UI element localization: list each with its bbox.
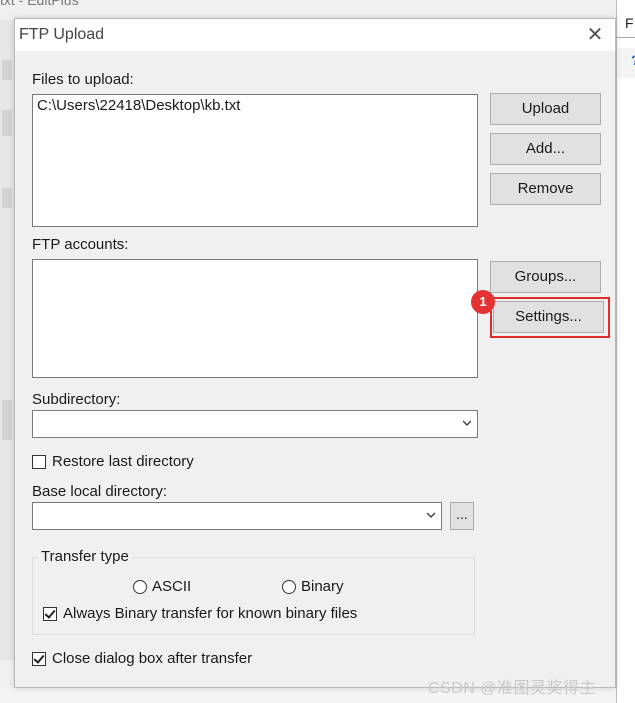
ascii-label: ASCII — [152, 578, 192, 595]
ascii-option[interactable]: ASCII — [133, 578, 191, 595]
binary-radio[interactable] — [282, 579, 296, 594]
background-toolbar-mark — [2, 400, 12, 440]
always-binary-label: Always Binary transfer for known binary … — [63, 605, 358, 622]
subdirectory-label: Subdirectory: — [32, 391, 121, 408]
restore-last-directory-label: Restore last directory — [52, 453, 194, 470]
close-after-transfer-label: Close dialog box after transfer — [52, 650, 253, 667]
remove-button[interactable]: Remove — [490, 173, 601, 205]
background-toolbar-mark — [2, 188, 12, 208]
add-button[interactable]: Add... — [490, 133, 601, 165]
ascii-radio[interactable] — [133, 579, 147, 594]
dialog-title: FTP Upload — [19, 26, 105, 43]
background-window-title: txt - EditPlus — [0, 0, 79, 8]
base-local-directory-label: Base local directory: — [32, 483, 168, 500]
binary-label: Binary — [301, 578, 344, 595]
always-binary-checkbox[interactable] — [43, 606, 57, 621]
close-after-transfer-checkbox[interactable] — [32, 651, 46, 666]
transfer-type-title: Transfer type — [38, 548, 132, 565]
always-binary-option[interactable]: Always Binary transfer for known binary … — [43, 605, 357, 622]
restore-last-directory-option[interactable]: Restore last directory — [32, 453, 194, 470]
groups-button[interactable]: Groups... — [490, 261, 601, 293]
background-toolbar-mark — [2, 60, 12, 80]
chevron-down-icon — [427, 512, 435, 518]
browse-button[interactable]: ... — [450, 502, 474, 530]
dialog-titlebar[interactable]: FTP Upload ✕ — [15, 19, 615, 51]
ftp-accounts-label: FTP accounts: — [32, 236, 129, 253]
restore-last-directory-checkbox[interactable] — [32, 454, 46, 469]
chevron-down-icon — [463, 420, 471, 426]
background-right-window: F ? — [616, 0, 635, 703]
help-icon[interactable]: ? — [631, 52, 635, 68]
subdirectory-combobox[interactable] — [32, 410, 478, 438]
base-local-directory-combobox[interactable] — [32, 502, 442, 530]
list-item[interactable]: C:\Users\22418\Desktop\kb.txt — [33, 95, 477, 116]
csdn-watermark: CSDN @准图灵奖得主 — [428, 680, 597, 697]
settings-highlight-box — [490, 297, 610, 338]
ftp-upload-dialog: FTP Upload ✕ Files to upload: C:\Users\2… — [14, 18, 616, 688]
binary-option[interactable]: Binary — [282, 578, 344, 595]
transfer-type-group — [32, 557, 475, 635]
upload-button[interactable]: Upload — [490, 93, 601, 125]
step-badge: 1 — [471, 290, 495, 314]
ftp-accounts-list[interactable] — [32, 259, 478, 378]
background-toolbar-mark — [2, 110, 12, 136]
files-to-upload-label: Files to upload: — [32, 71, 134, 88]
background-right-window-title: F — [617, 8, 635, 38]
close-after-transfer-option[interactable]: Close dialog box after transfer — [32, 650, 252, 667]
background-editor-left-strip — [0, 20, 15, 660]
files-to-upload-list[interactable]: C:\Users\22418\Desktop\kb.txt — [32, 94, 478, 227]
close-icon[interactable]: ✕ — [583, 23, 607, 47]
